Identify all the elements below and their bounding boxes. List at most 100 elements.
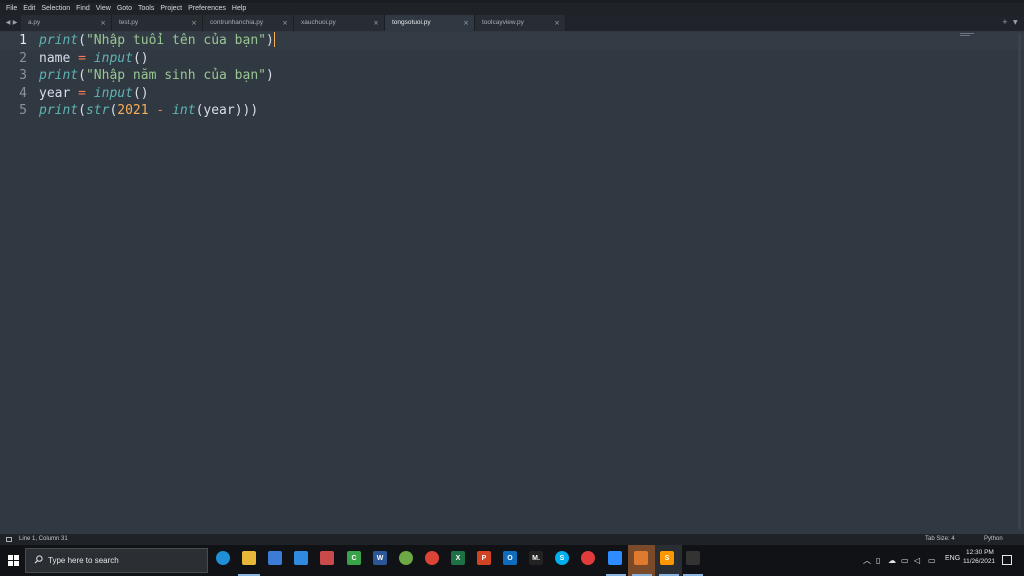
code-token-plain: ): [265, 68, 274, 83]
text-cursor: [273, 32, 275, 47]
tab-label: test.py: [119, 19, 139, 26]
sublime-text-icon[interactable]: S: [660, 551, 674, 565]
code-token-fn: input: [93, 50, 133, 66]
minimap[interactable]: [960, 33, 974, 37]
tab-test-py[interactable]: test.py ×: [112, 15, 203, 31]
usb-icon[interactable]: ▯: [876, 557, 880, 565]
medium-icon[interactable]: M.: [529, 551, 543, 565]
code-token-str: "Nhập tuổi tên của bạn": [85, 33, 266, 48]
taskbar-search-input[interactable]: Type here to search: [25, 548, 208, 573]
skype-icon[interactable]: S: [555, 551, 569, 565]
chevron-up-icon[interactable]: ︿: [863, 557, 871, 565]
clock-time[interactable]: 12:30 PM: [966, 549, 994, 556]
zoom-icon[interactable]: [608, 551, 622, 565]
code-token-str: "Nhập năm sinh của bạn": [85, 68, 266, 83]
tab-xauchuoi-py[interactable]: xauchuoi.py ×: [294, 15, 385, 31]
word-icon[interactable]: W: [373, 551, 387, 565]
status-bar: Line 1, Column 31 Tab Size: 4 Python: [0, 534, 1024, 545]
menu-preferences[interactable]: Preferences: [185, 3, 229, 14]
code-line[interactable]: print(str(2021 - int(year))): [39, 102, 258, 120]
line-number: 4: [19, 85, 27, 101]
network-icon[interactable]: ▭: [901, 557, 909, 565]
syntax-mode[interactable]: Python: [984, 534, 1003, 545]
panel-toggle-icon[interactable]: [6, 537, 12, 542]
menu-find[interactable]: Find: [73, 3, 93, 14]
outlook-icon[interactable]: O: [503, 551, 517, 565]
line-number: 2: [19, 50, 27, 66]
code-token-fn: print: [39, 103, 79, 118]
line-number: 5: [19, 103, 27, 118]
code-token-plain: (): [132, 50, 149, 66]
vertical-scrollbar[interactable]: [1018, 33, 1021, 530]
tab-a-py[interactable]: a.py ×: [21, 15, 112, 31]
search-icon: [34, 555, 43, 564]
menu-selection[interactable]: Selection: [38, 3, 73, 14]
close-icon[interactable]: ×: [373, 15, 379, 31]
code-token-fn: input: [93, 85, 133, 101]
menu-help[interactable]: Help: [229, 3, 249, 14]
volume-icon[interactable]: ◁: [914, 557, 920, 565]
code-line[interactable]: year = input(): [39, 85, 149, 103]
code-editor[interactable]: 1 2 3 4 5 print("Nhập tuổi tên của bạn")…: [0, 31, 1024, 534]
menu-file[interactable]: File: [3, 3, 20, 14]
tab-tongsotuoi-py[interactable]: tongsotuoi.py ×: [385, 15, 475, 31]
cloud-icon[interactable]: ☁: [888, 557, 896, 565]
keyboard-icon[interactable]: ▭: [928, 557, 936, 565]
powerpoint-icon[interactable]: P: [477, 551, 491, 565]
new-tab-icon[interactable]: +: [1002, 14, 1008, 31]
app-grid-icon[interactable]: [320, 551, 334, 565]
excel-icon[interactable]: X: [451, 551, 465, 565]
tab-next-icon[interactable]: ▶: [10, 14, 20, 31]
terminal-icon[interactable]: [686, 551, 700, 565]
code-token-fn: str: [85, 103, 110, 118]
record-icon[interactable]: [581, 551, 595, 565]
code-token-plain: (: [78, 33, 86, 48]
code-token-fn: print: [39, 68, 79, 83]
pen-tool-icon[interactable]: [634, 551, 648, 565]
tab-list-icon[interactable]: ▼: [1013, 14, 1018, 31]
tab-label: toolcayview.py: [482, 19, 524, 26]
code-token-op: =: [78, 50, 86, 66]
tab-size[interactable]: Tab Size: 4: [925, 534, 955, 545]
file-explorer-icon[interactable]: [242, 551, 256, 565]
windows-taskbar: Type here to search C W X P O M. S S ︿ ▯ ☁ ▭ ◁ …: [0, 545, 1024, 576]
search-placeholder: Type here to search: [48, 556, 119, 565]
store-icon[interactable]: [268, 551, 282, 565]
edge-icon[interactable]: [216, 551, 230, 565]
close-icon[interactable]: ×: [463, 15, 469, 31]
code-token-fn: int: [172, 103, 196, 118]
code-line[interactable]: print("Nhập tuổi tên của bạn"): [39, 32, 275, 50]
tab-toolcayview-py[interactable]: toolcayview.py ×: [475, 15, 566, 31]
tab-label: a.py: [28, 19, 41, 26]
menu-edit[interactable]: Edit: [20, 3, 38, 14]
code-line[interactable]: print("Nhập năm sinh của bạn"): [39, 67, 274, 85]
code-token-plain: year: [39, 85, 79, 101]
line-number: 1: [19, 33, 27, 48]
menu-tools[interactable]: Tools: [135, 3, 157, 14]
greenshot-icon[interactable]: [399, 551, 413, 565]
windows-start-icon[interactable]: [8, 555, 19, 566]
menu-project[interactable]: Project: [157, 3, 185, 14]
close-icon[interactable]: ×: [191, 15, 197, 31]
tab-bar: ◀ ▶ a.py × test.py × contrunhanchia.py ×…: [0, 14, 1024, 31]
menu-view[interactable]: View: [93, 3, 114, 14]
code-line[interactable]: name = input(): [39, 50, 149, 68]
code-token-plain: (year))): [195, 103, 259, 118]
clock-date[interactable]: 11/26/2021: [963, 558, 995, 565]
menu-bar: File Edit Selection Find View Goto Tools…: [0, 3, 1024, 14]
notifications-icon[interactable]: [1002, 555, 1012, 565]
tab-label: xauchuoi.py: [301, 19, 336, 26]
cursor-position[interactable]: Line 1, Column 31: [19, 534, 68, 545]
language-indicator[interactable]: ENG: [945, 555, 960, 562]
close-icon[interactable]: ×: [282, 15, 288, 31]
close-icon[interactable]: ×: [100, 15, 106, 31]
tab-contrunhanchia-py[interactable]: contrunhanchia.py ×: [203, 15, 294, 31]
camtasia-icon[interactable]: C: [347, 551, 361, 565]
close-icon[interactable]: ×: [554, 15, 560, 31]
chrome-icon[interactable]: [425, 551, 439, 565]
code-token-fn: print: [39, 33, 79, 48]
mail-icon[interactable]: [294, 551, 308, 565]
code-token-num: 2021: [117, 103, 149, 118]
menu-goto[interactable]: Goto: [114, 3, 135, 14]
code-token-plain: name: [39, 50, 79, 66]
